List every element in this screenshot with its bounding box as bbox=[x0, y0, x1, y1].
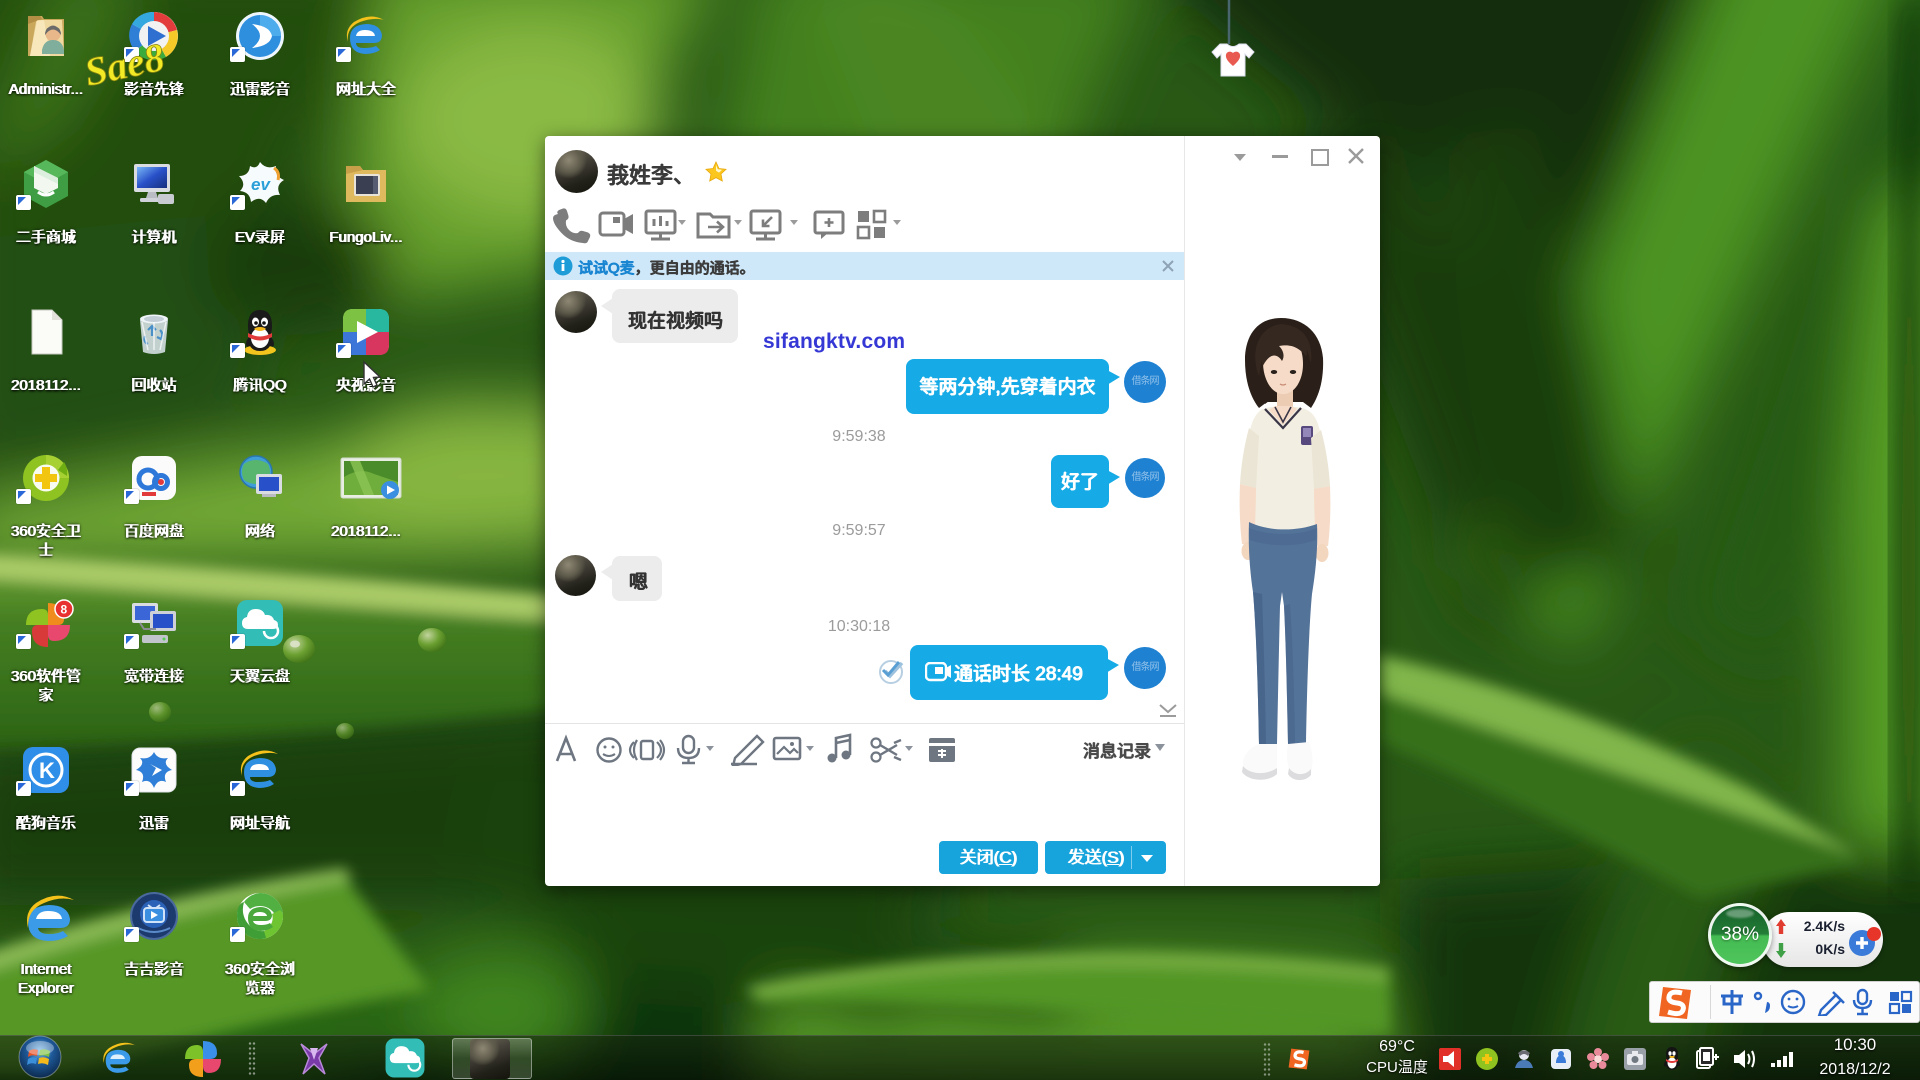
svg-text:Sae8: Sae8 bbox=[81, 34, 169, 95]
svg-text:K: K bbox=[39, 758, 55, 783]
svg-text:ev: ev bbox=[251, 175, 271, 194]
svg-text:8: 8 bbox=[61, 603, 68, 617]
